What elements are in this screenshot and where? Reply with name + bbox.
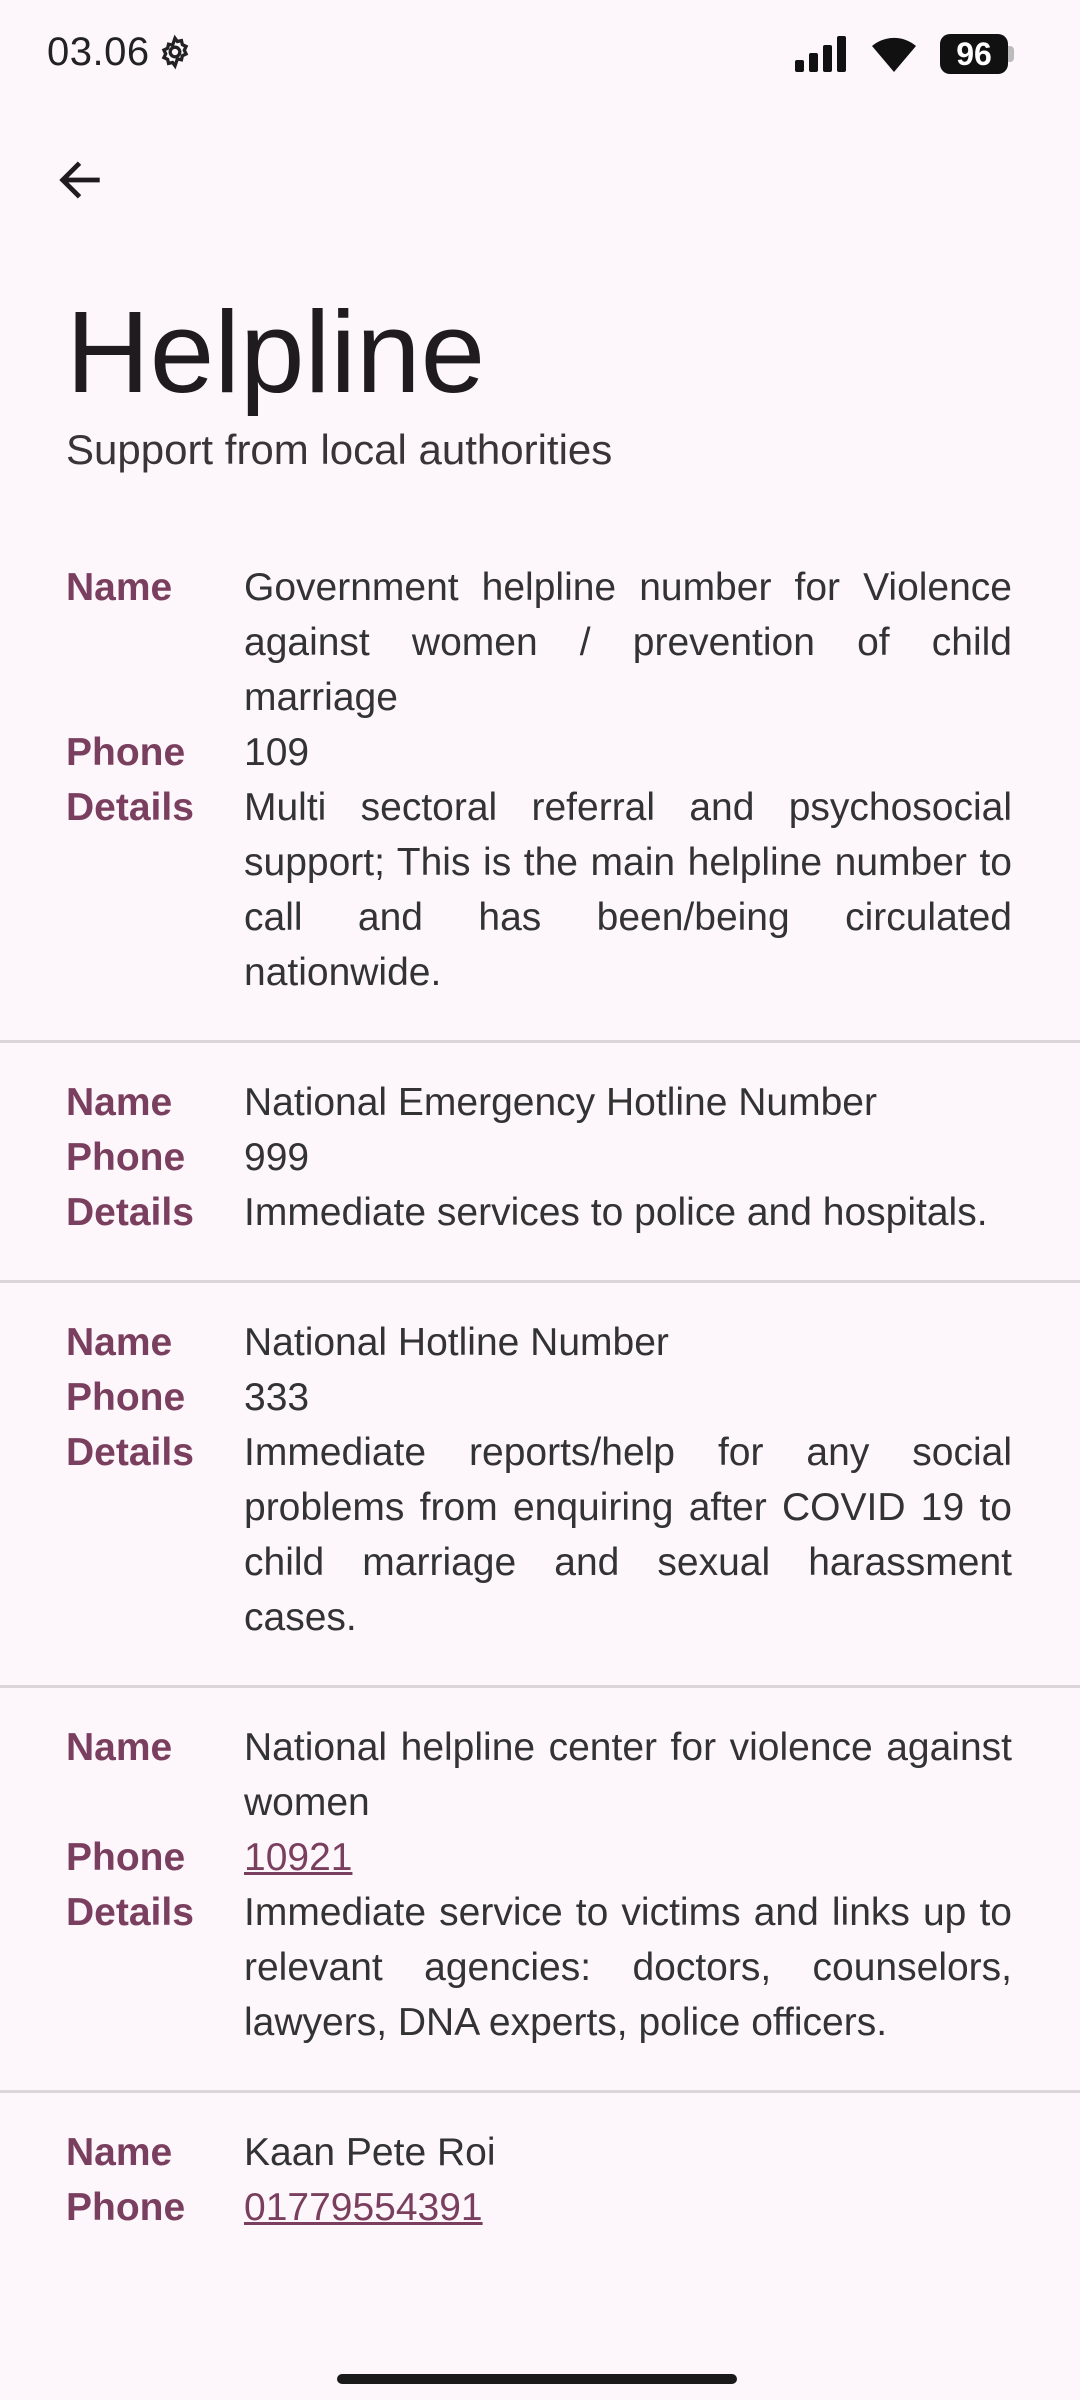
name-row: Name National Hotline Number [0,1315,1080,1370]
phone-row: Phone 10921 [0,1830,1080,1885]
details-row: Details Immediate reports/help for any s… [0,1425,1080,1645]
name-label: Name [66,1321,173,1364]
helpline-entry: Name Government helpline number for Viol… [0,540,1080,1043]
phone-label: Phone [66,731,186,774]
details-value: Immediate services to police and hospita… [244,1191,988,1234]
details-label: Details [66,1191,194,1234]
helpline-entry: Name National helpline center for violen… [0,1688,1080,2093]
battery-icon: 96 [940,34,1008,74]
name-label: Name [66,1726,173,1769]
home-indicator[interactable] [337,2374,737,2384]
details-row: Details Immediate service to victims and… [0,1885,1080,2050]
name-value: National Hotline Number [244,1321,669,1364]
arrow-left-icon [59,161,100,199]
phone-label: Phone [66,1376,186,1419]
details-label: Details [66,786,194,829]
helpline-entry: Name National Emergency Hotline Number P… [0,1043,1080,1283]
phone-row: Phone 333 [0,1370,1080,1425]
page-subtitle: Support from local authorities [66,426,613,473]
name-label: Name [66,566,173,609]
phone-value: 333 [244,1376,310,1419]
page-title: Helpline [66,287,486,417]
details-value: Multi sectoral referral and psychosocial… [244,786,1012,994]
phone-value: 999 [244,1136,310,1179]
status-bar: 03.06 96 [0,0,1080,110]
details-value: Immediate service to victims and links u… [244,1891,1012,2044]
name-row: Name National helpline center for violen… [0,1720,1080,1830]
details-value: Immediate reports/help for any social pr… [244,1431,1012,1639]
name-row: Name Government helpline number for Viol… [0,560,1080,725]
name-label: Name [66,1081,173,1124]
details-row: Details Multi sectoral referral and psyc… [0,780,1080,1000]
helpline-list: Name Government helpline number for Viol… [0,540,1080,2235]
name-value: Government helpline number for Violence … [244,566,1012,719]
settings-gear-icon [157,34,193,75]
name-value: National helpline center for violence ag… [244,1726,1012,1824]
phone-label: Phone [66,1836,186,1879]
name-row: Name National Emergency Hotline Number [0,1075,1080,1130]
phone-label: Phone [66,1136,186,1179]
helpline-entry: Name National Hotline Number Phone 333 D… [0,1283,1080,1688]
wifi-icon [870,34,918,77]
phone-value: 109 [244,731,310,774]
phone-row: Phone 01779554391 [0,2180,1080,2235]
details-label: Details [66,1431,194,1474]
name-value: National Emergency Hotline Number [244,1081,877,1124]
phone-label: Phone [66,2186,186,2229]
cellular-signal-icon [795,36,851,77]
helpline-entry: Name Kaan Pete Roi Phone 01779554391 [0,2093,1080,2235]
phone-row: Phone 109 [0,725,1080,780]
back-button[interactable] [40,140,120,220]
phone-link[interactable]: 01779554391 [244,2180,1012,2235]
name-value: Kaan Pete Roi [244,2131,496,2174]
battery-cap [1008,46,1014,62]
details-label: Details [66,1891,194,1934]
phone-link[interactable]: 10921 [244,1830,1012,1885]
name-row: Name Kaan Pete Roi [0,2125,1080,2180]
phone-row: Phone 999 [0,1130,1080,1185]
name-label: Name [66,2131,173,2174]
status-time: 03.06 [47,30,150,74]
details-row: Details Immediate services to police and… [0,1185,1080,1240]
